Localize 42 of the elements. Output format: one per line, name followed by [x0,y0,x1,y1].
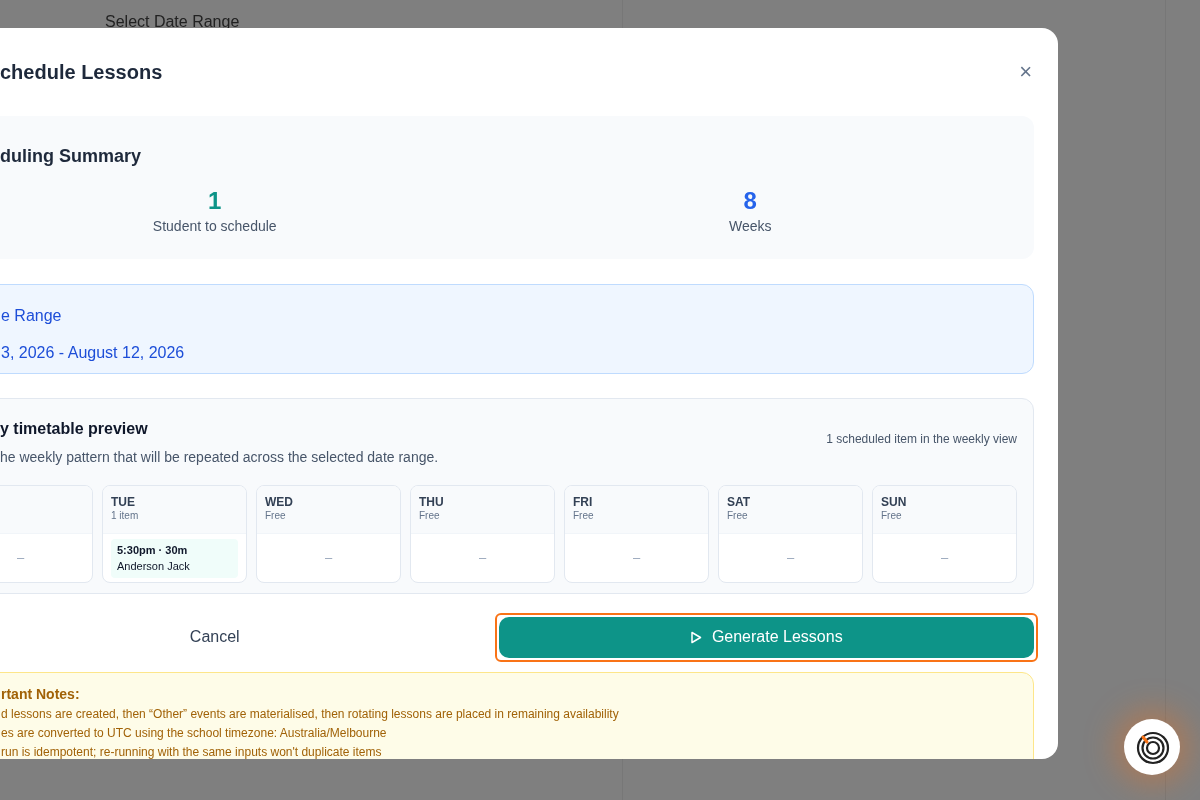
day-name: THU [419,495,445,510]
generate-button[interactable]: Generate Lessons [498,616,1034,658]
assistant-button[interactable] [1124,719,1180,775]
modal-title: chedule Lessons [0,62,163,82]
item-count: 1 scheduled item in the weekly view [826,431,1017,448]
date-range-title: e Range [1,306,63,326]
stat-label: Weeks [727,217,773,237]
timetable-subtitle: he weekly pattern that will be repeated across the selected date range. [0,448,439,467]
rings-icon [1134,729,1170,765]
lesson-time: 5:30pm · 30m [117,542,189,558]
note-line: d lessons are created, then “Other” events are materialised, then rotating lessons are placed in remaining availability [1,705,620,723]
stat-value: 8 [742,188,758,215]
note-line: es are converted to UTC using the school timezone: Australia/Melbourne [1,724,388,742]
day-status: Free [265,509,287,524]
empty-dash: – [940,549,949,568]
day-status: Free [727,509,749,524]
day-name: WED [265,495,294,510]
notes-title: rtant Notes: [1,685,81,704]
day-name: FRI [573,495,594,510]
empty-dash: – [786,549,795,568]
summary-title: duling Summary [0,145,143,168]
timetable-title: y timetable preview [0,419,149,439]
day-name: TUE [111,495,136,510]
day-status: Free [573,509,595,524]
day-status: 1 item [111,509,140,524]
day-status: Free [419,509,441,524]
day-status: Free [881,509,903,524]
close-button[interactable]: × [1016,61,1035,83]
empty-dash: – [632,549,641,568]
note-line: run is idempotent; re-running with the same inputs won't duplicate items [1,743,383,759]
day-name: SAT [727,495,752,510]
cancel-button[interactable]: Cancel [183,614,246,660]
stat-value: 1 [207,188,223,215]
stat-label: Student to schedule [151,217,278,237]
lesson-student: Anderson Jack [117,559,191,574]
empty-dash: – [16,549,25,568]
date-range-value: 3, 2026 - August 12, 2026 [1,343,186,363]
section-heading: Select Date Range [105,12,240,32]
day-name: SUN [881,495,908,510]
empty-dash: – [324,549,333,568]
play-icon [689,630,702,644]
empty-dash: – [478,549,487,568]
